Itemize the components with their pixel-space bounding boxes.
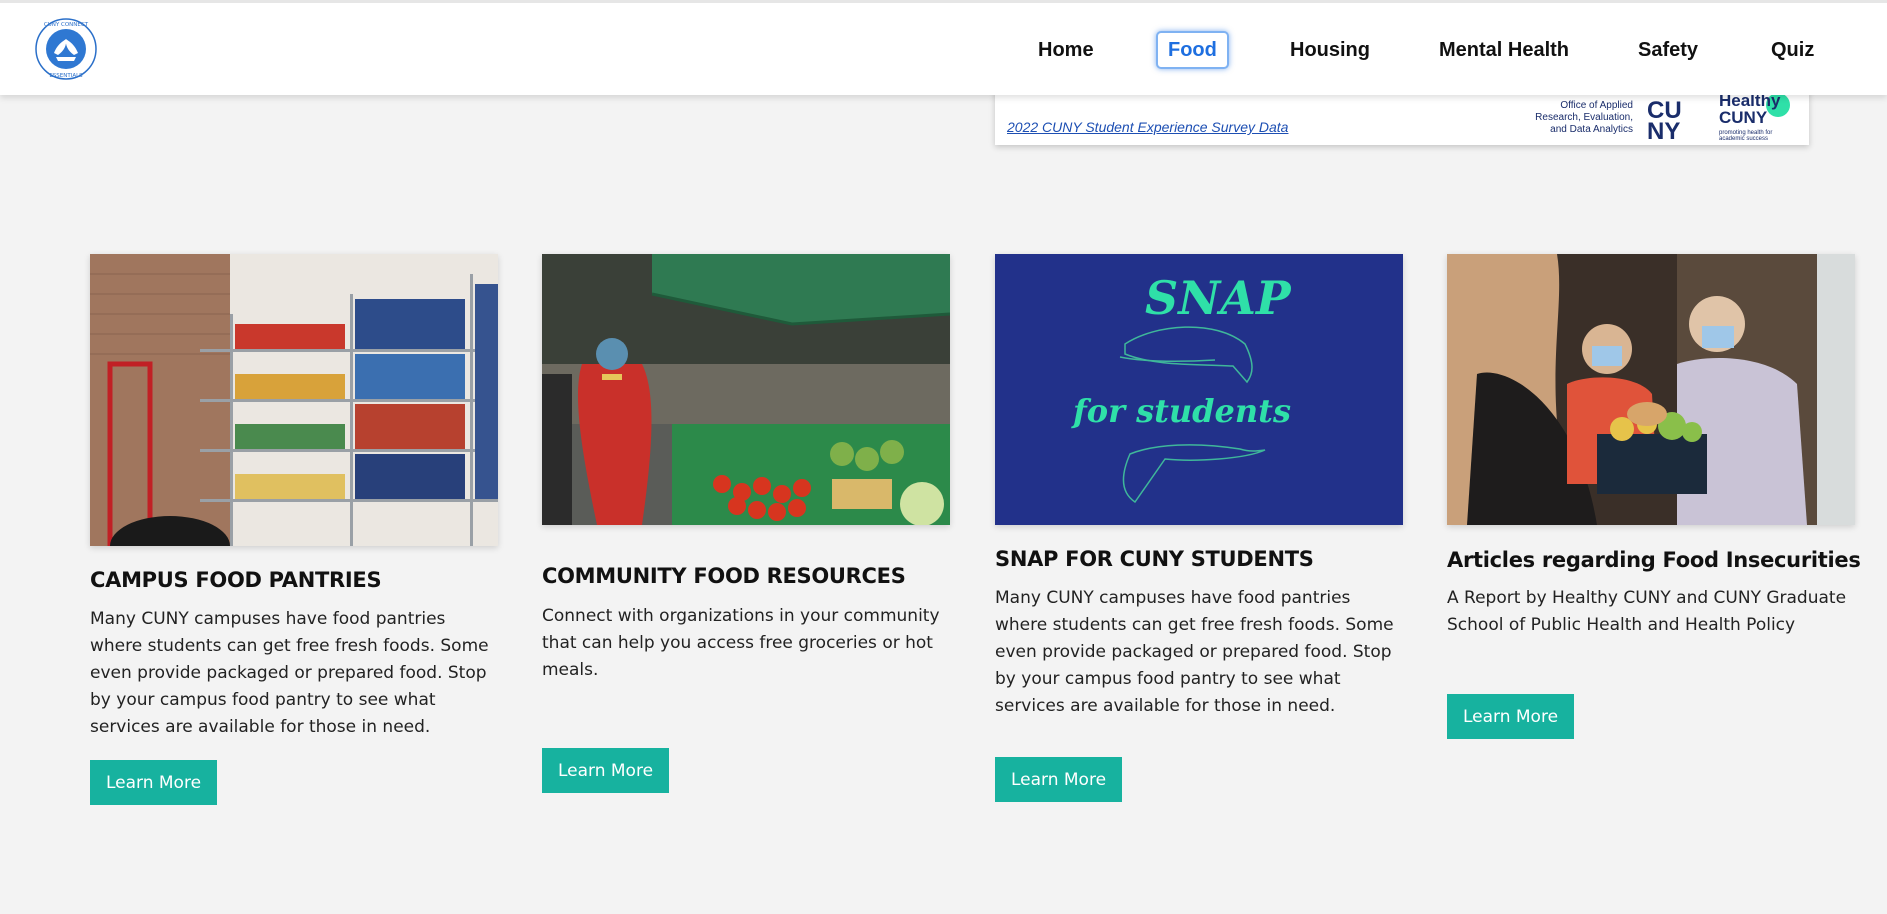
learn-more-button[interactable]: Learn More [1447, 694, 1574, 739]
svg-text:NY: NY [1647, 118, 1680, 140]
card-title: SNAP FOR CUNY STUDENTS [995, 547, 1314, 571]
office-applied-research-label: Office of Applied Research, Evaluation, … [1535, 100, 1633, 135]
card-title: COMMUNITY FOOD RESOURCES [542, 564, 906, 588]
outdoor-market-image [542, 254, 950, 525]
card-description: Connect with organizations in your commu… [542, 606, 940, 680]
svg-text:CUNY CONNECT: CUNY CONNECT [44, 22, 89, 28]
healthy-cuny-tagline: promoting health for academic success [1719, 130, 1773, 142]
survey-data-link[interactable]: 2022 CUNY Student Experience Survey Data [1007, 119, 1288, 135]
nav-food[interactable]: Food [1156, 31, 1229, 69]
healthy-cuny-logo: Healthy CUNY promoting health for academ… [1713, 92, 1793, 142]
learn-more-button[interactable]: Learn More [90, 760, 217, 805]
card-description: Many CUNY campuses have food pantries wh… [90, 609, 489, 737]
learn-more-button[interactable]: Learn More [995, 757, 1122, 802]
nav-quiz[interactable]: Quiz [1771, 31, 1814, 69]
nav-mental-health[interactable]: Mental Health [1439, 31, 1569, 69]
nav-home[interactable]: Home [1038, 31, 1094, 69]
svg-text:ESSENTIALS: ESSENTIALS [49, 73, 83, 79]
cuny-connect-essentials-logo[interactable]: CUNY CONNECT ESSENTIALS [34, 17, 98, 81]
nav-safety[interactable]: Safety [1638, 31, 1698, 69]
top-nav-bar: CUNY CONNECT ESSENTIALS Home Food Housin… [0, 0, 1887, 95]
food-pantry-shelves-image [90, 254, 498, 546]
cuny-logo: CU NY [1647, 97, 1682, 140]
card-title: CAMPUS FOOD PANTRIES [90, 568, 382, 592]
card-title: Articles regarding Food Insecurities [1447, 548, 1861, 572]
healthy-cuny-title: Healthy CUNY [1719, 91, 1781, 127]
nav-housing[interactable]: Housing [1290, 31, 1370, 69]
snap-for-students-image: SNAP for students [995, 254, 1403, 525]
volunteers-food-donation-image [1447, 254, 1855, 525]
learn-more-button[interactable]: Learn More [542, 748, 669, 793]
snap-graphic-subtitle: for students [1071, 392, 1291, 430]
snap-graphic-title: SNAP [1145, 271, 1292, 325]
card-description: A Report by Healthy CUNY and CUNY Gradua… [1447, 588, 1847, 635]
card-description: Many CUNY campuses have food pantries wh… [995, 588, 1394, 716]
